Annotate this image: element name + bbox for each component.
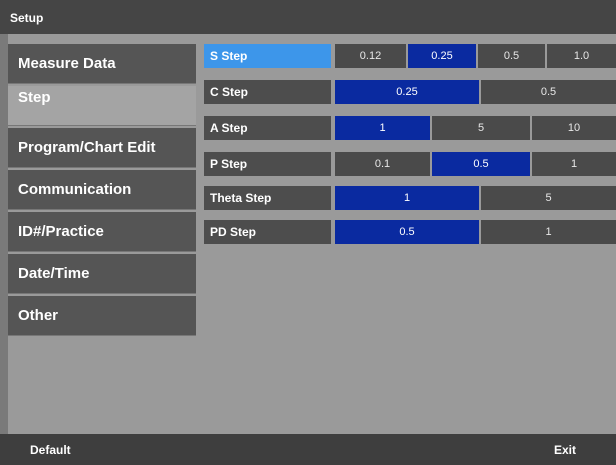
p-step-option-0.1[interactable]: 0.1 bbox=[335, 152, 430, 176]
c-step-option-0.25[interactable]: 0.25 bbox=[335, 80, 479, 104]
pd-step-option-1[interactable]: 1 bbox=[481, 220, 616, 244]
p-step-option-1[interactable]: 1 bbox=[532, 152, 616, 176]
a-step-option-10[interactable]: 10 bbox=[532, 116, 616, 140]
exit-button-label: Exit bbox=[554, 442, 577, 457]
sidebar-item-step[interactable]: Step bbox=[8, 86, 196, 126]
sidebar-item-program-chart-edit[interactable]: Program/Chart Edit bbox=[8, 128, 196, 168]
c-step-label[interactable]: C Step bbox=[204, 80, 331, 104]
sidebar-item-other[interactable]: Other bbox=[8, 296, 196, 336]
sidebar-item-label: Measure Data bbox=[18, 55, 116, 72]
sidebar-item-label: Communication bbox=[18, 181, 132, 198]
sidebar-item-label: Date/Time bbox=[18, 265, 90, 282]
s-step-option-0.5[interactable]: 0.5 bbox=[478, 44, 545, 68]
a-step-option-5[interactable]: 5 bbox=[432, 116, 530, 140]
setup-content-area: Measure Data Step Program/Chart Edit Com… bbox=[8, 34, 616, 434]
footer-bar: Default Exit bbox=[0, 434, 616, 465]
sidebar-item-id-practice[interactable]: ID#/Practice bbox=[8, 212, 196, 252]
a-step-option-1[interactable]: 1 bbox=[335, 116, 430, 140]
sidebar-item-date-time[interactable]: Date/Time bbox=[8, 254, 196, 294]
window-title: Setup bbox=[0, 0, 616, 34]
s-step-option-0.12[interactable]: 0.12 bbox=[335, 44, 406, 68]
p-step-label[interactable]: P Step bbox=[204, 152, 331, 176]
pd-step-option-0.5[interactable]: 0.5 bbox=[335, 220, 479, 244]
sidebar-item-measure-data[interactable]: Measure Data bbox=[8, 44, 196, 84]
s-step-option-0.25[interactable]: 0.25 bbox=[408, 44, 476, 68]
sidebar-item-label: ID#/Practice bbox=[18, 223, 104, 240]
p-step-option-0.5[interactable]: 0.5 bbox=[432, 152, 530, 176]
sidebar-item-label: Step bbox=[18, 89, 51, 106]
c-step-option-0.5[interactable]: 0.5 bbox=[481, 80, 616, 104]
theta-step-option-1[interactable]: 1 bbox=[335, 186, 479, 210]
exit-button[interactable]: Exit bbox=[530, 434, 610, 465]
theta-step-label[interactable]: Theta Step bbox=[204, 186, 331, 210]
default-button[interactable]: Default bbox=[22, 434, 120, 465]
default-button-label: Default bbox=[30, 442, 71, 457]
s-step-label[interactable]: S Step bbox=[204, 44, 331, 68]
theta-step-option-5[interactable]: 5 bbox=[481, 186, 616, 210]
sidebar-item-label: Program/Chart Edit bbox=[18, 139, 156, 156]
a-step-label[interactable]: A Step bbox=[204, 116, 331, 140]
s-step-option-1.0[interactable]: 1.0 bbox=[547, 44, 616, 68]
pd-step-label[interactable]: PD Step bbox=[204, 220, 331, 244]
sidebar-item-label: Other bbox=[18, 307, 59, 324]
sidebar-item-communication[interactable]: Communication bbox=[8, 170, 196, 210]
